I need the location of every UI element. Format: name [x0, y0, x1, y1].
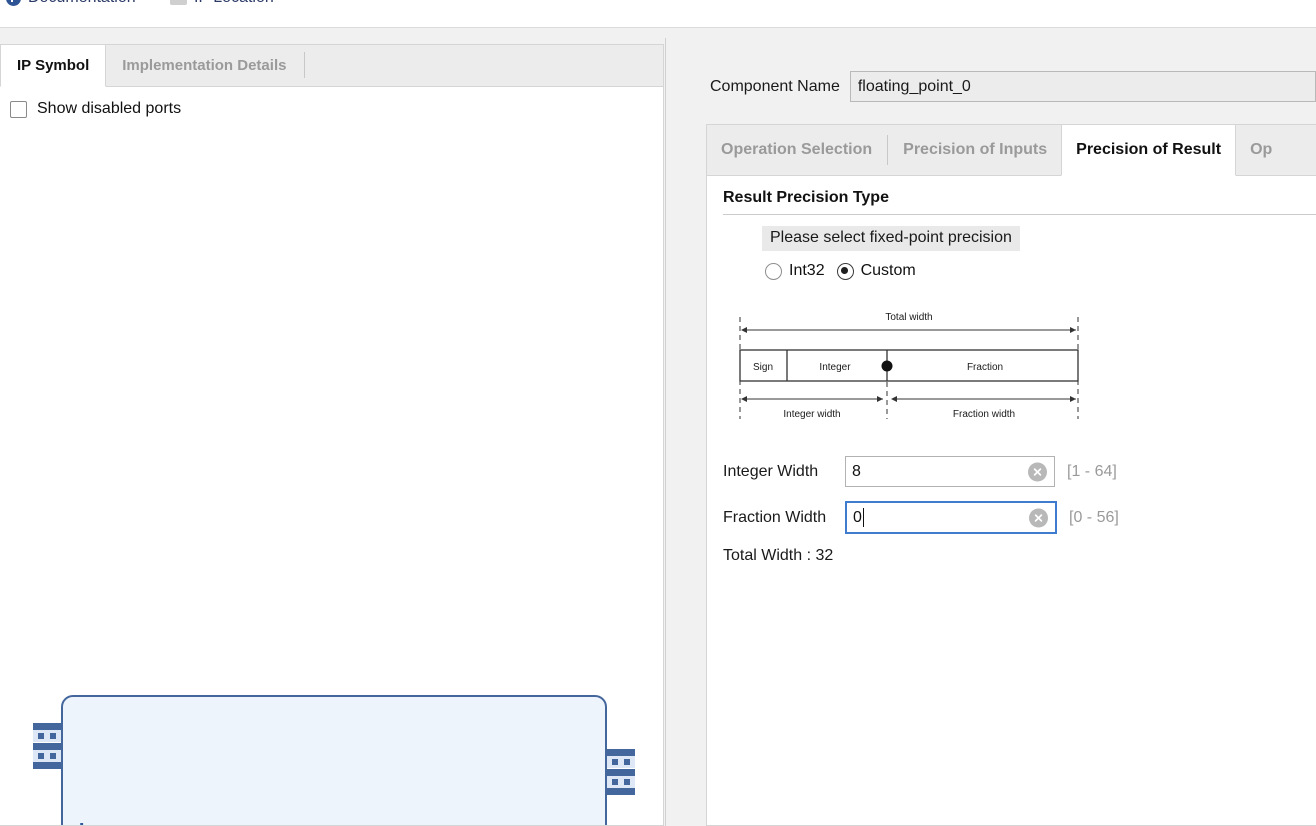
folder-icon: [170, 0, 187, 5]
component-name-row: Component Name floating_point_0: [710, 71, 1316, 102]
fixed-point-format-diagram: Total width Sign Integer Fraction Intege…: [739, 312, 1079, 420]
radio-int32-label: Int32: [789, 262, 825, 279]
radio-int32-icon[interactable]: [765, 262, 782, 280]
documentation-label: Documentation: [28, 0, 136, 7]
diagram-fraction-label: Fraction: [967, 362, 1003, 373]
page-body: IP Symbol Implementation Details Show di…: [0, 28, 1316, 826]
section-divider: [723, 214, 1316, 215]
ip-symbol-panel: IP Symbol Implementation Details Show di…: [0, 44, 664, 826]
output-bus-connector-icon: [607, 749, 635, 795]
component-name-label: Component Name: [710, 77, 840, 95]
integer-width-range-hint: [1 - 64]: [1067, 462, 1117, 480]
section-heading-result-precision-type: Result Precision Type: [723, 189, 889, 206]
documentation-link[interactable]: Documentation: [6, 0, 136, 7]
precision-type-radio-group: Int32 Custom: [765, 262, 916, 280]
documentation-circle-icon: [6, 0, 21, 6]
fraction-width-input[interactable]: 0: [845, 501, 1057, 534]
ip-config-panel: Component Name floating_point_0 Operatio…: [666, 28, 1316, 826]
tab-implementation-details-label: Implementation Details: [122, 56, 287, 74]
input-bus-connector-icon: [33, 723, 61, 769]
diagram-integer-width-label: Integer width: [783, 409, 840, 420]
tab-operation-selection-label: Operation Selection: [721, 140, 873, 158]
fraction-width-value: 0: [853, 508, 862, 526]
show-disabled-ports-checkbox[interactable]: [10, 100, 27, 118]
ip-location-link[interactable]: IP Location: [170, 0, 274, 7]
diagram-fraction-width-label: Fraction width: [953, 409, 1015, 420]
tab-ip-symbol[interactable]: IP Symbol: [0, 45, 107, 87]
fixed-point-precision-hint: Please select fixed-point precision: [762, 226, 1020, 251]
clear-circle-icon-integer-width[interactable]: [1028, 462, 1047, 481]
tab-operation-selection[interactable]: Operation Selection: [707, 125, 886, 175]
integer-width-row: Integer Width 8 [1 - 64]: [723, 456, 1117, 487]
component-name-value: floating_point_0: [857, 77, 971, 95]
config-tab-container: Operation Selection Precision of Inputs …: [706, 124, 1316, 826]
show-disabled-ports-row[interactable]: Show disabled ports: [10, 100, 181, 118]
total-width-readout: Total Width : 32: [723, 547, 834, 564]
tab-divider: [887, 135, 889, 165]
fraction-width-row: Fraction Width 0 [0 - 56]: [723, 501, 1119, 534]
tab-divider: [304, 52, 306, 78]
tab-precision-of-result-label: Precision of Result: [1076, 141, 1222, 158]
integer-width-input[interactable]: 8: [845, 456, 1055, 487]
show-disabled-ports-label: Show disabled ports: [37, 100, 182, 117]
diagram-total-width-label: Total width: [885, 312, 932, 323]
integer-width-value: 8: [852, 462, 861, 480]
tab-optional-overflow-label: Op: [1250, 140, 1273, 158]
ip-symbol-block: [61, 695, 607, 825]
integer-width-label: Integer Width: [723, 462, 819, 480]
tab-ip-symbol-label: IP Symbol: [17, 57, 90, 74]
clear-circle-icon-fraction-width[interactable]: [1029, 508, 1048, 527]
diagram-sign-label: Sign: [753, 362, 773, 373]
tab-precision-of-inputs-label: Precision of Inputs: [903, 140, 1048, 158]
top-toolbar-strip: Documentation IP Location: [0, 0, 1316, 28]
tab-precision-of-inputs[interactable]: Precision of Inputs: [889, 125, 1061, 175]
radio-custom-icon[interactable]: [836, 262, 854, 280]
tab-precision-of-result[interactable]: Precision of Result: [1061, 125, 1237, 176]
left-tab-bar: IP Symbol Implementation Details: [0, 45, 663, 87]
fraction-width-range-hint: [0 - 56]: [1069, 508, 1119, 526]
fraction-width-label: Fraction Width: [723, 508, 827, 526]
tab-optional-overflow[interactable]: Op: [1236, 125, 1286, 175]
config-tab-bar: Operation Selection Precision of Inputs …: [707, 125, 1316, 176]
radio-option-custom[interactable]: Custom: [836, 262, 916, 280]
ip-location-label: IP Location: [194, 0, 274, 7]
text-caret: [862, 508, 865, 527]
radio-option-int32[interactable]: Int32: [765, 262, 825, 280]
radio-custom-label: Custom: [860, 262, 916, 279]
ip-symbol-canvas: + S_AXIS_A M_AXIS_RESULT + aclk: [0, 141, 662, 825]
component-name-input[interactable]: floating_point_0: [849, 71, 1316, 102]
diagram-integer-label: Integer: [819, 362, 851, 373]
tab-implementation-details[interactable]: Implementation Details: [106, 45, 302, 86]
expand-plus-icon-s-axis-a[interactable]: +: [70, 813, 93, 825]
